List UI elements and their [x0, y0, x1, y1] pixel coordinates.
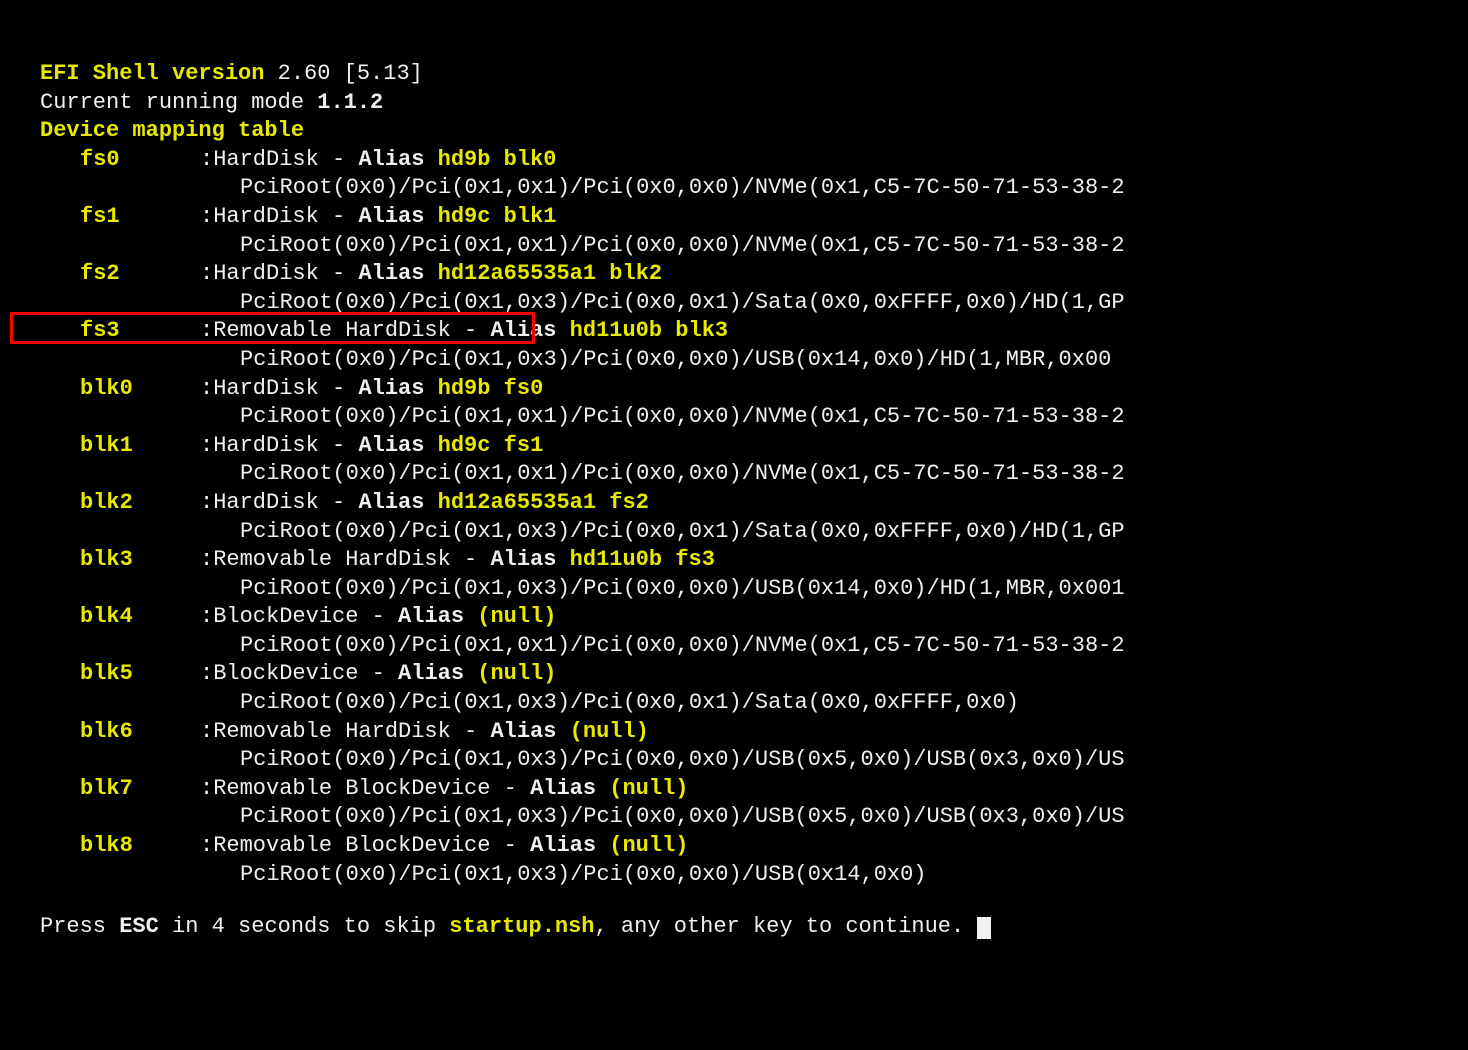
- alias-value: hd11u0b blk3: [570, 318, 728, 343]
- device-name: fs1: [80, 203, 200, 232]
- device-row: blk7:Removable BlockDevice - Alias (null…: [40, 775, 1468, 804]
- device-path: PciRoot(0x0)/Pci(0x1,0x3)/Pci(0x0,0x0)/U…: [40, 346, 1468, 375]
- device-row: fs2:HardDisk - Alias hd12a65535a1 blk2: [40, 260, 1468, 289]
- device-path: PciRoot(0x0)/Pci(0x1,0x3)/Pci(0x0,0x0)/U…: [40, 746, 1468, 775]
- alias-label: Alias: [358, 147, 437, 172]
- device-name: blk3: [80, 546, 200, 575]
- footer-script-name: startup.nsh: [449, 914, 594, 939]
- device-path: PciRoot(0x0)/Pci(0x1,0x1)/Pci(0x0,0x0)/N…: [40, 174, 1468, 203]
- shell-version-label: EFI Shell version: [40, 61, 278, 86]
- footer-press: Press: [40, 914, 119, 939]
- device-type: :HardDisk -: [200, 147, 358, 172]
- device-name: blk7: [80, 775, 200, 804]
- device-path: PciRoot(0x0)/Pci(0x1,0x3)/Pci(0x0,0x1)/S…: [40, 518, 1468, 547]
- alias-label: Alias: [358, 261, 437, 286]
- device-row: blk1:HardDisk - Alias hd9c fs1: [40, 432, 1468, 461]
- alias-label: Alias: [358, 433, 437, 458]
- shell-version-value: 2.60 [5.13]: [278, 61, 423, 86]
- device-path: PciRoot(0x0)/Pci(0x1,0x1)/Pci(0x0,0x0)/N…: [40, 460, 1468, 489]
- device-path: PciRoot(0x0)/Pci(0x1,0x3)/Pci(0x0,0x1)/S…: [40, 289, 1468, 318]
- efi-shell-screen: EFI Shell version 2.60 [5.13] Current ru…: [0, 0, 1468, 942]
- device-type: :Removable HardDisk -: [200, 719, 490, 744]
- device-mapping-header: Device mapping table: [40, 117, 1468, 146]
- device-type: :HardDisk -: [200, 433, 358, 458]
- device-type: :HardDisk -: [200, 376, 358, 401]
- alias-label: Alias: [398, 604, 477, 629]
- alias-value: hd9b fs0: [438, 376, 544, 401]
- alias-value: hd9c fs1: [438, 433, 544, 458]
- device-type: :BlockDevice -: [200, 604, 398, 629]
- alias-label: Alias: [358, 204, 437, 229]
- alias-label: Alias: [358, 376, 437, 401]
- running-mode-label: Current running mode: [40, 90, 317, 115]
- alias-value: (null): [477, 661, 556, 686]
- alias-label: Alias: [358, 490, 437, 515]
- device-name: blk0: [80, 375, 200, 404]
- alias-label: Alias: [490, 719, 569, 744]
- alias-label: Alias: [398, 661, 477, 686]
- device-row: blk5:BlockDevice - Alias (null): [40, 660, 1468, 689]
- device-name: fs2: [80, 260, 200, 289]
- alias-value: (null): [609, 776, 688, 801]
- shell-version-line: EFI Shell version 2.60 [5.13]: [40, 60, 1468, 89]
- footer-prompt: Press ESC in 4 seconds to skip startup.n…: [40, 913, 1468, 942]
- alias-value: hd12a65535a1 fs2: [438, 490, 649, 515]
- device-type: :HardDisk -: [200, 490, 358, 515]
- device-row: fs1:HardDisk - Alias hd9c blk1: [40, 203, 1468, 232]
- alias-label: Alias: [490, 318, 569, 343]
- device-row: blk2:HardDisk - Alias hd12a65535a1 fs2: [40, 489, 1468, 518]
- device-type: :Removable HardDisk -: [200, 318, 490, 343]
- footer-esc-key: ESC: [119, 914, 159, 939]
- device-path: PciRoot(0x0)/Pci(0x1,0x1)/Pci(0x0,0x0)/N…: [40, 632, 1468, 661]
- device-row: fs0:HardDisk - Alias hd9b blk0: [40, 146, 1468, 175]
- device-row: fs3:Removable HardDisk - Alias hd11u0b b…: [40, 317, 1468, 346]
- device-name: fs3: [80, 317, 200, 346]
- footer-mid1: in 4 seconds to skip: [159, 914, 449, 939]
- alias-value: (null): [570, 719, 649, 744]
- cursor-icon: [977, 917, 991, 939]
- device-name: blk6: [80, 718, 200, 747]
- device-row: blk4:BlockDevice - Alias (null): [40, 603, 1468, 632]
- alias-label: Alias: [530, 776, 609, 801]
- device-name: blk4: [80, 603, 200, 632]
- device-name: fs0: [80, 146, 200, 175]
- device-path: PciRoot(0x0)/Pci(0x1,0x1)/Pci(0x0,0x0)/N…: [40, 232, 1468, 261]
- device-row: blk6:Removable HardDisk - Alias (null): [40, 718, 1468, 747]
- alias-value: hd11u0b fs3: [570, 547, 715, 572]
- device-row: blk0:HardDisk - Alias hd9b fs0: [40, 375, 1468, 404]
- device-name: blk2: [80, 489, 200, 518]
- device-type: :HardDisk -: [200, 204, 358, 229]
- device-path: PciRoot(0x0)/Pci(0x1,0x3)/Pci(0x0,0x0)/U…: [40, 861, 1468, 890]
- device-row: blk8:Removable BlockDevice - Alias (null…: [40, 832, 1468, 861]
- alias-label: Alias: [530, 833, 609, 858]
- device-type: :Removable HardDisk -: [200, 547, 490, 572]
- alias-label: Alias: [490, 547, 569, 572]
- device-type: :Removable BlockDevice -: [200, 776, 530, 801]
- device-path: PciRoot(0x0)/Pci(0x1,0x1)/Pci(0x0,0x0)/N…: [40, 403, 1468, 432]
- alias-value: hd12a65535a1 blk2: [438, 261, 662, 286]
- device-name: blk5: [80, 660, 200, 689]
- alias-value: (null): [609, 833, 688, 858]
- device-type: :HardDisk -: [200, 261, 358, 286]
- device-path: PciRoot(0x0)/Pci(0x1,0x3)/Pci(0x0,0x0)/U…: [40, 803, 1468, 832]
- device-type: :Removable BlockDevice -: [200, 833, 530, 858]
- running-mode-value: 1.1.2: [317, 90, 383, 115]
- device-mapping-table: fs0:HardDisk - Alias hd9b blk0PciRoot(0x…: [40, 146, 1468, 889]
- footer-mid2: , any other key to continue.: [595, 914, 978, 939]
- device-row: blk3:Removable HardDisk - Alias hd11u0b …: [40, 546, 1468, 575]
- alias-value: hd9b blk0: [438, 147, 557, 172]
- device-path: PciRoot(0x0)/Pci(0x1,0x3)/Pci(0x0,0x1)/S…: [40, 689, 1468, 718]
- device-name: blk1: [80, 432, 200, 461]
- device-name: blk8: [80, 832, 200, 861]
- device-path: PciRoot(0x0)/Pci(0x1,0x3)/Pci(0x0,0x0)/U…: [40, 575, 1468, 604]
- device-type: :BlockDevice -: [200, 661, 398, 686]
- running-mode-line: Current running mode 1.1.2: [40, 89, 1468, 118]
- alias-value: hd9c blk1: [438, 204, 557, 229]
- alias-value: (null): [477, 604, 556, 629]
